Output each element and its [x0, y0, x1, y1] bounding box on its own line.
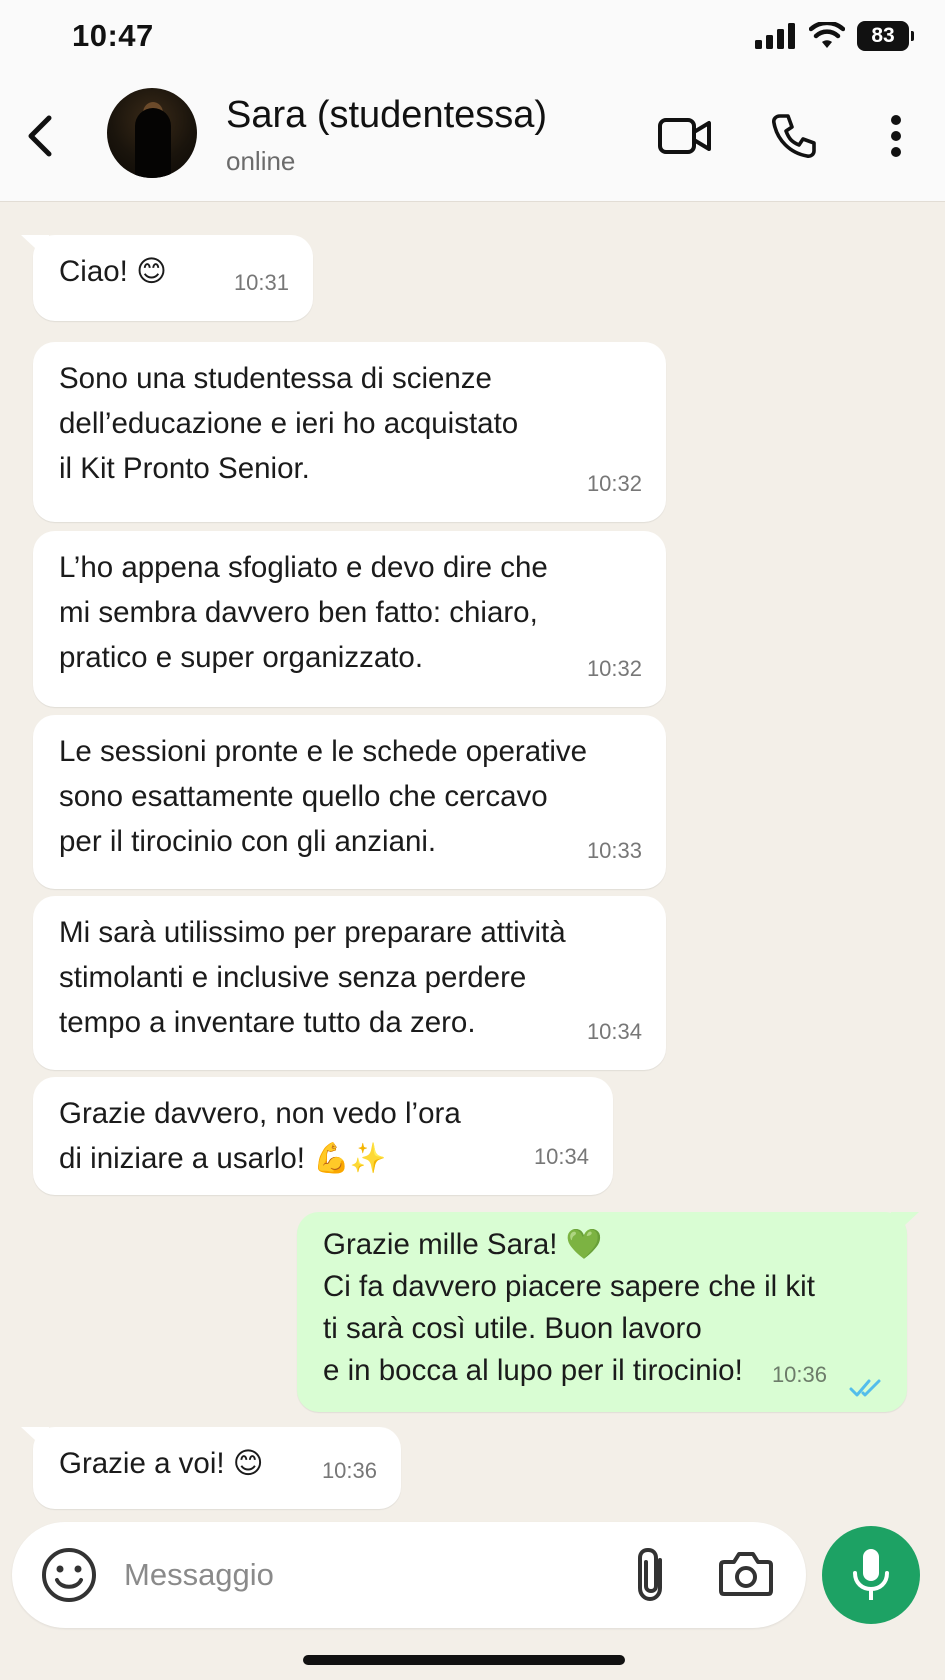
video-call-button[interactable]	[654, 106, 716, 166]
battery-indicator: 83	[857, 21, 914, 51]
wifi-icon	[809, 22, 845, 48]
attach-button[interactable]	[632, 1546, 672, 1609]
message-text: Grazie davvero, non vedo l’ora di inizia…	[59, 1097, 461, 1175]
contact-name[interactable]: Sara (studentessa)	[226, 94, 547, 137]
message-bubble-incoming[interactable]: Grazie a voi! 😊 10:36	[33, 1427, 401, 1509]
message-time: 10:34	[533, 1144, 589, 1169]
phone-icon	[772, 114, 816, 158]
message-bubble-incoming[interactable]: Mi sarà utilissimo per preparare attivit…	[33, 896, 666, 1070]
paperclip-icon	[638, 1547, 662, 1602]
message-bubble-incoming[interactable]: Ciao! 😊 10:31	[33, 235, 313, 321]
message-time: 10:33	[586, 838, 642, 863]
message-time: 10:34	[586, 1019, 642, 1044]
emoji-button[interactable]	[40, 1546, 98, 1609]
home-indicator[interactable]	[303, 1655, 625, 1665]
double-check-icon	[849, 1379, 881, 1397]
chat-header: Sara (studentessa) online	[0, 76, 945, 202]
message-bubble-incoming[interactable]: Grazie davvero, non vedo l’ora di inizia…	[33, 1077, 613, 1195]
video-call-icon	[658, 118, 711, 154]
avatar[interactable]	[107, 88, 197, 178]
contact-status: online	[226, 146, 296, 176]
message-text: Mi sarà utilissimo per preparare attivit…	[59, 916, 566, 1039]
message-bubble-outgoing[interactable]: Grazie mille Sara! 💚 Ci fa davvero piace…	[297, 1212, 907, 1412]
message-time: 10:36	[771, 1362, 827, 1387]
status-bar: 10:47 83	[0, 0, 945, 76]
status-icons: 83	[755, 18, 914, 54]
message-time: 10:32	[586, 656, 642, 681]
message-text: L’ho appena sfogliato e devo dire che mi…	[59, 551, 548, 674]
status-time: 10:47	[72, 18, 154, 53]
message-text: Sono una studentessa di scienze dell’edu…	[59, 362, 519, 485]
back-button[interactable]	[14, 106, 66, 166]
message-time: 10:31	[233, 270, 289, 295]
message-text: Le sessioni pronte e le schede operative…	[59, 735, 588, 858]
more-options-icon	[891, 115, 901, 157]
message-input[interactable]	[124, 1548, 604, 1602]
message-bubble-incoming[interactable]: Le sessioni pronte e le schede operative…	[33, 715, 666, 889]
microphone-icon	[853, 1549, 889, 1600]
message-time: 10:36	[321, 1458, 377, 1483]
voice-call-button[interactable]	[766, 106, 822, 166]
battery-level: 83	[871, 24, 895, 47]
camera-icon	[719, 1552, 773, 1596]
message-bubble-incoming[interactable]: L’ho appena sfogliato e devo dire che mi…	[33, 531, 666, 707]
voice-message-button[interactable]	[822, 1526, 920, 1624]
signal-icon	[755, 23, 795, 49]
camera-button[interactable]	[718, 1548, 774, 1603]
message-bubble-incoming[interactable]: Sono una studentessa di scienze dell’edu…	[33, 342, 666, 522]
back-arrow-icon	[28, 115, 52, 157]
message-time: 10:32	[586, 471, 642, 496]
emoji-icon	[42, 1548, 96, 1602]
chat-messages: Ciao! 😊 10:31 Sono una studentessa di sc…	[0, 202, 945, 1520]
more-options-button[interactable]	[876, 106, 916, 166]
message-composer	[12, 1522, 806, 1628]
